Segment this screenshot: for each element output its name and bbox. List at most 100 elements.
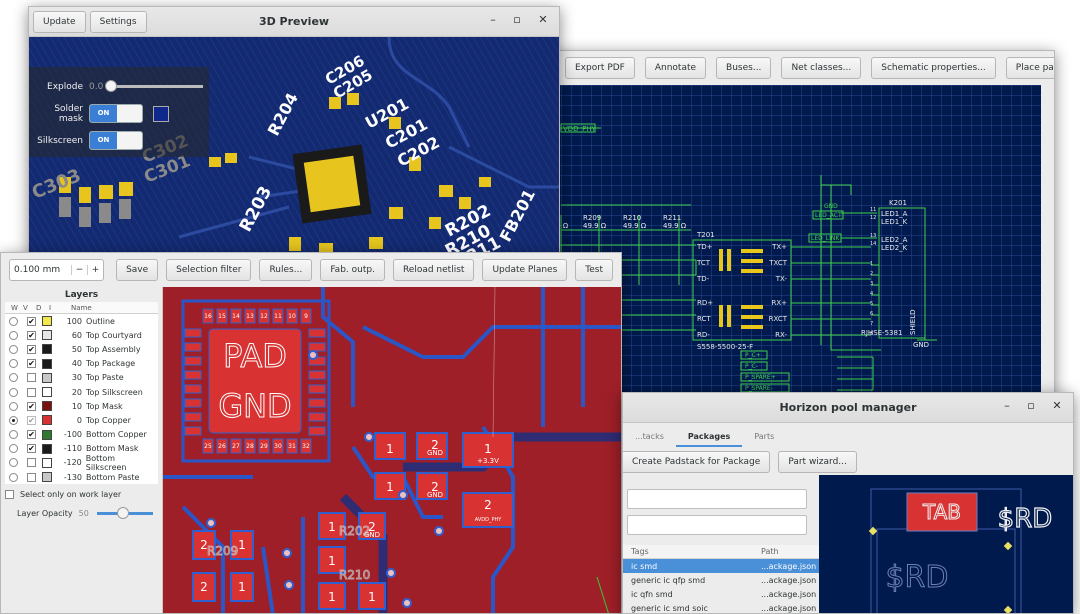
layer-row[interactable]: 30 Top Paste [5, 370, 158, 385]
explode-slider-handle[interactable] [105, 80, 118, 92]
tab-parts[interactable]: Parts [742, 432, 786, 447]
layer-row[interactable]: ✔ 40 Top Package [5, 356, 158, 371]
schematic-toolbar-button[interactable]: Schematic properties... [871, 57, 996, 79]
layer-number: -120 [63, 458, 82, 468]
tab-padstacks[interactable]: ...tacks [623, 432, 676, 447]
board-toolbar-button[interactable]: Selection filter [166, 259, 252, 281]
minimize-icon[interactable]: – [999, 399, 1015, 412]
svg-text:2: 2 [484, 498, 492, 512]
visible-checkbox[interactable]: ✔ [27, 430, 36, 440]
layer-row[interactable]: ✔ 50 Top Assembly [5, 342, 158, 357]
layer-number: -110 [63, 444, 82, 454]
board-toolbar-button[interactable]: Rules... [259, 259, 313, 281]
search-tags-field[interactable] [627, 515, 807, 535]
board-toolbar-button[interactable]: Save [116, 259, 159, 281]
work-layer-radio[interactable] [9, 430, 18, 440]
visible-checkbox[interactable]: ✔ [27, 401, 36, 411]
work-layer-radio[interactable] [9, 415, 18, 425]
increment-icon[interactable]: + [87, 265, 103, 275]
jack-pin-label: LED1_K [881, 218, 908, 226]
close-icon[interactable]: ✕ [535, 13, 551, 26]
qfn-pin-number: 16 [204, 313, 212, 320]
board-canvas[interactable]: 16 15 14 13 12 11 10 9 25 26 27 28 29 30 31 32 PAD GND [163, 287, 621, 613]
layer-opacity-handle[interactable] [116, 507, 129, 520]
layer-row[interactable]: ✔ -100 Bottom Copper [5, 427, 158, 442]
work-layer-radio[interactable] [9, 472, 18, 482]
package-row[interactable]: generic ic smd soic ...ackage.json [623, 601, 819, 613]
solder-mask-color-swatch[interactable] [153, 105, 169, 122]
layer-row[interactable]: ✔ 10 Top Mask [5, 399, 158, 414]
transformer-pin-left: RCT [697, 315, 711, 323]
schematic-toolbar-button[interactable]: Export PDF [565, 57, 635, 79]
explode-slider[interactable] [105, 80, 204, 92]
jack-pin-label: LED2_K [881, 244, 908, 252]
package-preview-canvas[interactable]: TAB $RD $RD [819, 475, 1073, 613]
visible-checkbox[interactable]: ✔ [27, 330, 36, 340]
package-row[interactable]: generic ic qfp smd ...ackage.json [623, 573, 819, 587]
visible-checkbox[interactable]: ✔ [27, 359, 36, 369]
grid-size-input[interactable]: 0.100 mm − + [9, 259, 105, 281]
svg-text:1: 1 [328, 520, 336, 534]
maximize-icon[interactable]: ▫ [1023, 399, 1039, 412]
layer-row[interactable]: -130 Bottom Paste [5, 470, 158, 485]
qfn-pin-number: 32 [302, 443, 310, 450]
schematic-toolbar-button[interactable]: Annotate [644, 57, 707, 79]
layer-row[interactable]: ✔ 60 Top Courtyard [5, 328, 158, 343]
work-layer-radio[interactable] [9, 316, 18, 326]
board-toolbar-button[interactable]: Fab. outp. [320, 259, 385, 281]
package-tags: generic ic qfp smd [631, 575, 706, 585]
board-toolbar-button[interactable]: Reload netlist [392, 259, 475, 281]
close-icon[interactable]: ✕ [1049, 399, 1065, 412]
net-label: LED_ACT [815, 212, 842, 219]
select-only-checkbox[interactable] [5, 490, 14, 500]
silkscreen-toggle[interactable]: ON [89, 131, 143, 150]
qfn-pin-number: 29 [260, 443, 268, 450]
schematic-toolbar-button[interactable]: Buses... [716, 57, 772, 79]
visible-checkbox[interactable] [27, 373, 36, 383]
search-name-field[interactable] [627, 489, 807, 509]
net-label: P_C+ [745, 352, 761, 359]
solder-mask-toggle[interactable]: ON [89, 104, 143, 123]
select-only-row[interactable]: Select only on work layer [5, 490, 158, 500]
work-layer-radio[interactable] [9, 344, 18, 354]
work-layer-radio[interactable] [9, 458, 18, 468]
layer-row[interactable]: ✔ 100 Outline [5, 314, 158, 329]
work-layer-radio[interactable] [9, 444, 18, 454]
net-label: GND [824, 203, 838, 210]
preview-3d-canvas[interactable]: C206C205R204U201C201C202C302C301C303R203… [29, 37, 559, 255]
update-button[interactable]: Update [33, 11, 86, 33]
board-toolbar-button[interactable]: Update Planes [482, 259, 568, 281]
maximize-icon[interactable]: ▫ [509, 13, 525, 26]
schematic-toolbar-button[interactable]: Net classes... [781, 57, 862, 79]
work-layer-radio[interactable] [9, 401, 18, 411]
tab-packages[interactable]: Packages [675, 432, 743, 447]
board-toolbar-button[interactable]: Test [575, 259, 613, 281]
package-row[interactable]: ic qfn smd ...ackage.json [623, 587, 819, 601]
visible-checkbox[interactable] [27, 387, 36, 397]
visible-checkbox[interactable]: ✔ [27, 344, 36, 354]
layer-name: Top Mask [86, 401, 123, 411]
net-label: P_SPARE+ [745, 374, 776, 381]
layer-row[interactable]: 20 Top Silkscreen [5, 384, 158, 400]
visible-checkbox[interactable] [26, 458, 36, 468]
work-layer-radio[interactable] [9, 387, 18, 397]
qfn-pin-number: 12 [260, 313, 268, 320]
svg-text:1: 1 [484, 442, 492, 456]
pool-tabs: ...tacks Packages Parts [623, 423, 1073, 447]
work-layer-radio[interactable] [9, 373, 18, 383]
visible-checkbox[interactable]: ✔ [27, 444, 36, 454]
work-layer-radio[interactable] [9, 330, 18, 340]
layer-name: Bottom Copper [86, 430, 147, 440]
decrement-icon[interactable]: − [71, 265, 87, 275]
settings-button[interactable]: Settings [89, 11, 147, 33]
layer-row[interactable]: ✔ 0 Top Copper [5, 413, 158, 428]
visible-checkbox[interactable] [27, 472, 36, 482]
layer-opacity-slider[interactable] [96, 507, 153, 520]
layer-row[interactable]: -120 Bottom Silkscreen [5, 454, 158, 472]
visible-checkbox[interactable]: ✔ [27, 316, 36, 326]
visible-checkbox[interactable]: ✔ [27, 415, 36, 425]
work-layer-radio[interactable] [9, 359, 18, 369]
minimize-icon[interactable]: – [485, 13, 501, 26]
schematic-toolbar-button[interactable]: Place part [1005, 57, 1054, 79]
package-row[interactable]: ic smd ...ackage.json [623, 559, 819, 573]
